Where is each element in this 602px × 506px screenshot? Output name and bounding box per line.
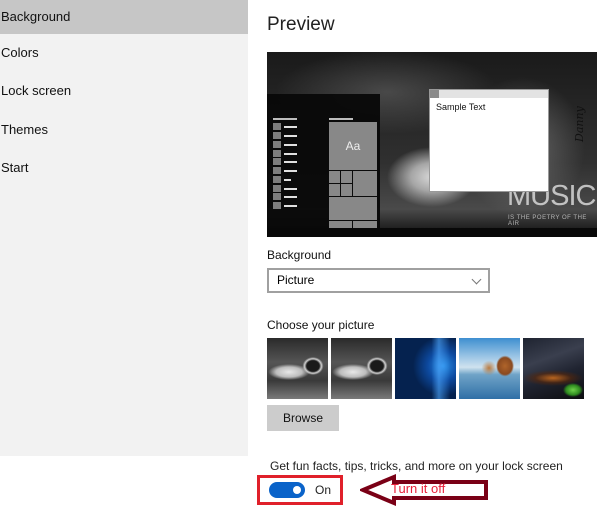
chevron-down-icon: [471, 274, 482, 285]
toggle-knob: [293, 486, 301, 494]
preview-wallpaper-signature: Danny: [573, 106, 586, 142]
background-dropdown-value: Picture: [277, 273, 315, 287]
sidebar-item-start[interactable]: Start: [0, 151, 248, 185]
preview-list-icon: [273, 202, 281, 209]
sidebar-item-lock-screen[interactable]: Lock screen: [0, 74, 248, 108]
preview-sample-window: Sample Text: [429, 89, 549, 192]
picture-thumbnail-4[interactable]: [459, 338, 520, 399]
preview-list-line: [284, 188, 297, 190]
preview-sample-titlebar: [430, 90, 548, 98]
preview-list-icon: [273, 132, 281, 139]
choose-picture-label: Choose your picture: [267, 318, 375, 332]
background-dropdown[interactable]: Picture: [267, 268, 490, 293]
picture-thumbnail-3[interactable]: [395, 338, 456, 399]
preview-wide-tile: [329, 197, 377, 220]
preview-list-icon: [273, 150, 281, 157]
background-label: Background: [267, 248, 332, 262]
preview-tile: [329, 171, 340, 183]
preview-list-line: [284, 205, 297, 207]
sidebar: Background Colors Lock screen Themes Sta…: [0, 0, 248, 456]
preview-list-icon: [273, 123, 281, 130]
sidebar-item-background[interactable]: Background: [0, 0, 248, 34]
browse-button[interactable]: Browse: [267, 405, 339, 431]
preview-list-icon: [273, 158, 281, 165]
preview-tile: [341, 171, 352, 183]
preview-tile: [353, 171, 377, 196]
preview-list-line: [284, 170, 297, 172]
page-title: Preview: [267, 14, 335, 35]
sidebar-item-colors[interactable]: Colors: [0, 36, 248, 70]
preview-list-icon: [273, 193, 281, 200]
preview-list-line: [284, 179, 291, 181]
preview-list-icon: [273, 185, 281, 192]
preview-image: Aa Danny MUSIC IS THE POETRY OF THE AIR …: [267, 52, 597, 237]
lock-screen-tips-label: Get fun facts, tips, tricks, and more on…: [270, 459, 563, 473]
preview-sample-accent: [430, 90, 439, 98]
preview-start-menu: Aa: [267, 94, 380, 230]
annotation-text: Turn it off: [391, 481, 446, 496]
picture-thumbnail-1[interactable]: [267, 338, 328, 399]
main-content: Preview Aa Danny MUSIC IS THE POETRY OF …: [248, 0, 602, 506]
preview-list-icon: [273, 141, 281, 148]
preview-tiles-header: [329, 118, 353, 120]
preview-list-line: [284, 144, 297, 146]
preview-tile: [341, 184, 352, 196]
preview-sample-text: Sample Text: [436, 102, 486, 112]
preview-list-line: [284, 161, 297, 163]
toggle-state-label: On: [315, 483, 332, 497]
preview-list-line: [284, 135, 297, 137]
preview-tile-label: Aa: [345, 139, 361, 153]
lock-screen-tips-toggle[interactable]: [269, 482, 305, 498]
preview-large-tile: Aa: [329, 122, 377, 170]
preview-list-icon: [273, 167, 281, 174]
preview-list-line: [284, 126, 297, 128]
preview-list-line: [284, 153, 297, 155]
picture-thumbnail-2[interactable]: [331, 338, 392, 399]
preview-list-icon: [273, 176, 281, 183]
preview-taskbar: [267, 228, 597, 237]
preview-wallpaper-subtitle: IS THE POETRY OF THE AIR: [508, 215, 587, 227]
preview-list-header: [273, 118, 297, 120]
preview-tile: [329, 184, 340, 196]
picture-thumbnail-5[interactable]: [523, 338, 584, 399]
sidebar-item-themes[interactable]: Themes: [0, 113, 248, 147]
preview-list-line: [284, 196, 297, 198]
